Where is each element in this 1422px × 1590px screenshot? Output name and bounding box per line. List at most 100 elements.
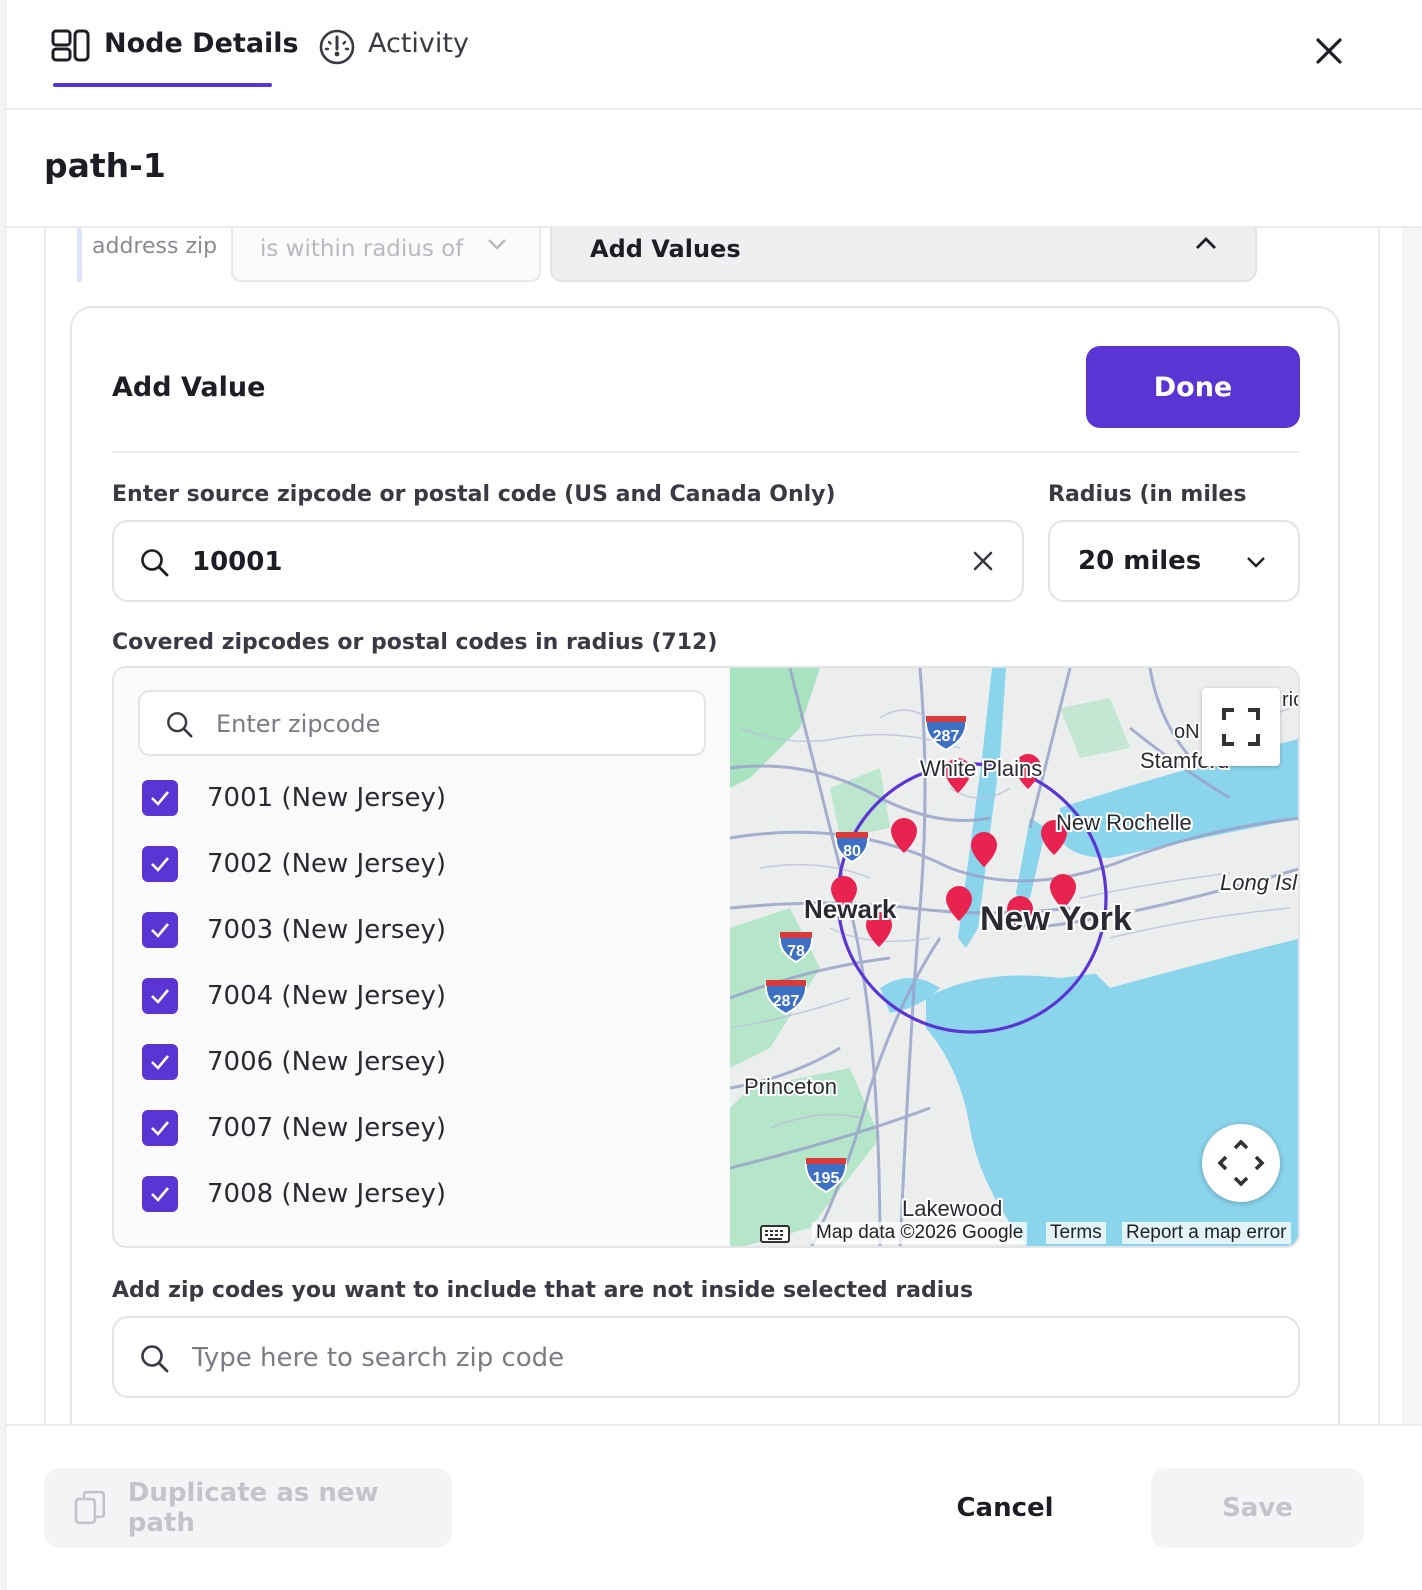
svg-text:287: 287 [933,728,960,745]
add-value-panel: Add Value Done Enter source zipcode or p… [70,306,1340,1424]
list-item[interactable]: 7001 (New Jersey) [142,776,446,820]
add-value-title: Add Value [112,372,266,403]
zipcode-label: 7004 (New Jersey) [207,981,446,1011]
tab-node-details[interactable]: Node Details [50,28,299,88]
map-label-norwalk: oN [1174,721,1200,743]
list-item[interactable]: 7008 (New Jersey) [142,1172,446,1216]
check-icon [151,989,169,1004]
map-report-link[interactable]: Report a map error [1122,1222,1291,1244]
node-body: address zip is within radius of Add Valu… [6,228,1422,1424]
include-zip-label: Add zip codes you want to include that a… [112,1278,974,1303]
radius-map[interactable]: 287 80 78 287 195 New York Newark White … [730,668,1300,1246]
list-item[interactable]: 7003 (New Jersey) [142,908,446,952]
chevron-down-icon [488,239,506,250]
check-icon [151,791,169,806]
covered-zip-box: 7001 (New Jersey) 7002 (New Jersey) 7003… [112,666,1300,1248]
tab-node-details-label: Node Details [104,28,299,59]
add-values-dropdown[interactable]: Add Values [550,228,1257,282]
zip-search-field[interactable] [138,690,706,756]
add-values-label: Add Values [590,235,741,263]
list-item[interactable]: 7004 (New Jersey) [142,974,446,1018]
panel-divider [112,451,1300,453]
map-attribution: Map data ©2026 Google [812,1222,1028,1244]
list-item[interactable]: 7002 (New Jersey) [142,842,446,886]
zip-search-input[interactable] [216,704,686,744]
check-icon [151,1055,169,1070]
covered-zip-label: Covered zipcodes or postal codes in radi… [112,630,718,655]
duplicate-path-button[interactable]: Duplicate as new path [44,1468,452,1548]
radius-select[interactable]: 20 miles [1048,520,1300,602]
zip-list[interactable]: 7001 (New Jersey) 7002 (New Jersey) 7003… [114,668,730,1246]
checkbox[interactable] [142,1176,178,1212]
check-icon [151,923,169,938]
node-details-icon [50,28,92,71]
operator-value: is within radius of [260,236,464,262]
list-item[interactable]: 7007 (New Jersey) [142,1106,446,1150]
zipcode-label: 7001 (New Jersey) [207,783,446,813]
map-label-long-island: Long Isl [1220,870,1298,895]
list-item[interactable]: 7006 (New Jersey) [142,1040,446,1084]
activity-icon [318,28,356,73]
check-icon [151,1121,169,1136]
clear-icon[interactable] [970,548,996,574]
close-icon [1316,38,1342,64]
map-pan-button[interactable] [1202,1124,1280,1202]
svg-text:78: 78 [787,943,805,960]
checkbox[interactable] [142,912,178,948]
done-button[interactable]: Done [1086,346,1300,428]
search-icon [167,712,193,738]
svg-text:287: 287 [773,993,800,1010]
check-icon [151,1187,169,1202]
tab-activity-label: Activity [368,28,469,59]
map-label-bridgeport: ric [1282,689,1300,711]
svg-text:80: 80 [843,843,861,860]
search-icon [141,549,169,577]
checkbox[interactable] [142,846,178,882]
active-tab-indicator [53,83,272,87]
condition-accent-bar [77,228,82,282]
cancel-button[interactable]: Cancel [926,1468,1084,1548]
save-button[interactable]: Save [1151,1468,1364,1548]
zipcode-label: 7006 (New Jersey) [207,1047,446,1077]
map-label-newark: Newark [804,894,897,924]
footer-bar: Duplicate as new path Cancel Save [6,1424,1422,1590]
duplicate-path-label: Duplicate as new path [127,1478,379,1538]
zipcode-label: 7008 (New Jersey) [207,1179,446,1209]
map-label-white-plains: White Plains [920,756,1042,781]
map-footer: Map data ©2026 Google Terms Report a map… [730,1220,1298,1246]
zipcode-label: 7007 (New Jersey) [207,1113,446,1143]
condition-field: address zip [92,234,218,259]
tab-activity[interactable]: Activity [318,28,469,88]
map-label-lakewood: Lakewood [902,1196,1002,1221]
keyboard-icon[interactable] [760,1224,790,1244]
svg-text:195: 195 [813,1170,840,1187]
pan-arrows-icon [1217,1139,1265,1187]
search-icon [141,1345,169,1373]
chevron-down-icon [1247,557,1265,568]
zipcode-label: 7002 (New Jersey) [207,849,446,879]
radius-value: 20 miles [1078,546,1202,576]
check-icon [151,857,169,872]
source-zip-label: Enter source zipcode or postal code (US … [112,482,836,507]
radius-label: Radius (in miles [1048,482,1247,507]
map-fullscreen-button[interactable] [1202,688,1280,766]
map-label-new-york: New York [980,900,1132,938]
map-terms-link[interactable]: Terms [1046,1222,1106,1244]
source-zip-field[interactable] [112,520,1024,602]
operator-select[interactable]: is within radius of [231,228,541,282]
map-label-new-rochelle: New Rochelle [1056,810,1192,835]
copy-icon [74,1490,106,1525]
checkbox[interactable] [142,780,178,816]
fullscreen-icon [1222,708,1260,746]
checkbox[interactable] [142,978,178,1014]
checkbox[interactable] [142,1044,178,1080]
checkbox[interactable] [142,1110,178,1146]
close-button[interactable] [1306,28,1352,74]
include-zip-field[interactable] [112,1316,1300,1398]
include-zip-input[interactable] [192,1336,1252,1380]
source-zip-input[interactable] [192,540,952,584]
map-label-princeton: Princeton [744,1074,837,1099]
chevron-up-icon [1196,237,1216,249]
tab-bar: Node Details Activity [6,0,1422,110]
scrollbar[interactable] [1402,228,1422,1424]
